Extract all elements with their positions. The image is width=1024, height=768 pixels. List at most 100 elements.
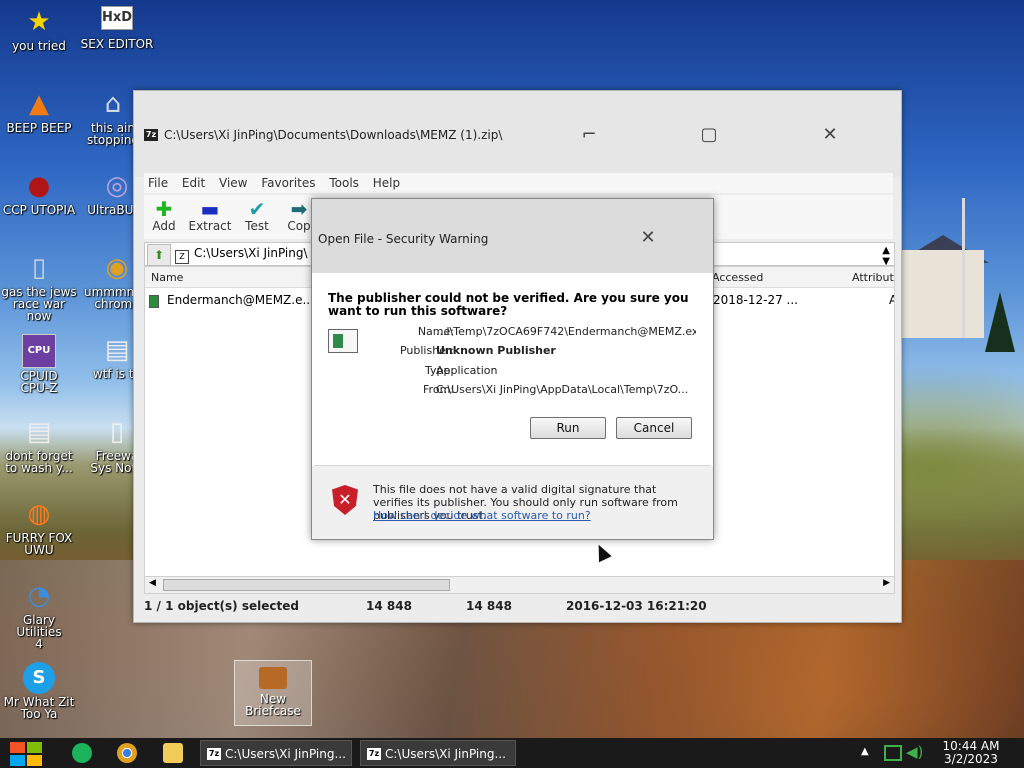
- desktop-icon-ccp-utopia[interactable]: ● CCP UTOPIA: [1, 170, 77, 216]
- desktop-icon-label: Mr What Zit Too Ya: [3, 695, 75, 721]
- menu-file[interactable]: File: [148, 173, 168, 193]
- zip-icon: Z: [175, 250, 189, 264]
- name-value: ...l\Temp\7zOCA69F742\Endermanch@MEMZ.ex…: [436, 325, 696, 338]
- show-hidden-icons-icon[interactable]: ▲: [861, 746, 869, 757]
- 7zip-app-icon: 7z: [144, 129, 158, 141]
- 7zip-app-icon: 7z: [207, 748, 221, 760]
- chrome-icon[interactable]: [117, 743, 137, 763]
- desktop-icon-new-briefcase[interactable]: New Briefcase: [234, 660, 312, 726]
- taskbar-window-2[interactable]: 7z C:\Users\Xi JinPing...: [360, 740, 516, 766]
- taskbar-window-1[interactable]: 7z C:\Users\Xi JinPing...: [200, 740, 352, 766]
- column-attributes[interactable]: Attribute: [852, 271, 894, 284]
- status-size: 14 848: [366, 599, 412, 613]
- address-text: C:\Users\Xi JinPing\: [194, 246, 308, 260]
- status-packed-size: 14 848: [466, 599, 512, 613]
- taskbar-clock[interactable]: 10:44 AM 3/2/2023: [936, 740, 1006, 766]
- desktop-icon-label: dont forget to wash y...: [5, 449, 73, 475]
- network-icon[interactable]: [884, 745, 902, 761]
- column-accessed[interactable]: Accessed: [712, 271, 763, 284]
- from-value: C:\Users\Xi JinPing\AppData\Local\Temp\7…: [436, 383, 689, 396]
- security-warning-dialog: Open File - Security Warning ✕ The publi…: [311, 198, 714, 540]
- extract-button-label: Extract: [188, 219, 232, 233]
- exe-file-icon: [149, 295, 159, 308]
- window-title: C:\Users\Xi JinPing\Documents\Downloads\…: [164, 128, 503, 142]
- desktop-icon-beep-beep[interactable]: ▲ BEEP BEEP: [1, 88, 77, 134]
- up-folder-icon[interactable]: ⬆: [147, 244, 171, 266]
- maximize-icon[interactable]: ▢: [697, 124, 721, 146]
- column-name[interactable]: Name: [151, 271, 183, 284]
- windows-logo-quadrant: [10, 755, 25, 766]
- type-value: Application: [436, 364, 498, 377]
- desktop-icon-glary-utilities[interactable]: ◔ Glary Utilities 4: [1, 580, 77, 650]
- scrollbar-thumb[interactable]: [163, 579, 450, 591]
- menu-bar: File Edit View Favorites Tools Help: [144, 173, 893, 193]
- close-icon[interactable]: ✕: [636, 227, 660, 249]
- scroll-left-icon[interactable]: ◀: [149, 578, 156, 588]
- copy-button-label: Cop: [287, 219, 311, 233]
- dialog-titlebar[interactable]: Open File - Security Warning ✕: [312, 199, 713, 273]
- desktop-icon-you-tried[interactable]: ★ you tried: [1, 6, 77, 52]
- plus-icon: ✚: [155, 197, 173, 221]
- folder-icon[interactable]: [163, 743, 183, 763]
- desktop-icon-label: CPUID CPU-Z: [20, 369, 58, 395]
- firefox-icon: ◍: [27, 499, 51, 529]
- add-button[interactable]: ✚ Add: [152, 199, 176, 233]
- glary-utilities-icon: ◔: [27, 581, 51, 611]
- menu-tools[interactable]: Tools: [329, 173, 359, 193]
- desktop-icon-cpu-z[interactable]: CPU CPUID CPU-Z: [1, 334, 77, 394]
- window-titlebar[interactable]: 7z C:\Users\Xi JinPing\Documents\Downloa…: [134, 91, 901, 177]
- check-icon: ✔: [248, 197, 266, 221]
- file-attributes: A: [889, 293, 894, 307]
- windows-logo-quadrant: [27, 755, 42, 766]
- test-button-label: Test: [245, 219, 269, 233]
- cancel-button[interactable]: Cancel: [616, 417, 692, 439]
- desktop-icon-sex-editor[interactable]: HxD SEX EDITOR: [79, 6, 155, 50]
- text-document-icon: ▤: [104, 335, 130, 365]
- menu-favorites[interactable]: Favorites: [261, 173, 315, 193]
- status-modified: 2016-12-03 16:21:20: [566, 599, 707, 613]
- desktop-icon-recycle-bin[interactable]: ▯ gas the jews race war now: [1, 252, 77, 322]
- menu-help[interactable]: Help: [373, 173, 400, 193]
- taskbar-window-label: C:\Users\Xi JinPing...: [225, 747, 346, 761]
- desktop-icon-label: FURRY FOX UWU: [5, 531, 73, 557]
- desktop-icon-dont-forget[interactable]: ▤ dont forget to wash y...: [1, 416, 77, 474]
- hex-editor-icon: HxD: [101, 6, 133, 30]
- publisher-value: Unknown Publisher: [436, 344, 556, 357]
- desktop-icon-firefox[interactable]: ◍ FURRY FOX UWU: [1, 498, 77, 556]
- menu-edit[interactable]: Edit: [182, 173, 205, 193]
- computer-icon: ⌂: [104, 89, 122, 119]
- skype-icon: S: [23, 662, 55, 694]
- desktop-icon-label: CCP UTOPIA: [2, 203, 76, 217]
- add-button-label: Add: [152, 219, 176, 233]
- windows-logo-icon: [10, 742, 25, 753]
- status-bar: 1 / 1 object(s) selected 14 848 14 848 2…: [144, 596, 893, 616]
- copy-button[interactable]: ➡ Cop: [286, 199, 312, 233]
- test-button[interactable]: ✔ Test: [242, 199, 272, 233]
- help-link[interactable]: How can I decide what software to run?: [373, 509, 591, 522]
- disc-icon: ◎: [105, 171, 129, 201]
- scroll-right-icon[interactable]: ▶: [883, 578, 890, 588]
- desktop-icon-label: Glary Utilities 4: [16, 613, 62, 651]
- start-button[interactable]: [8, 740, 44, 766]
- horizontal-scrollbar[interactable]: ◀ ▶: [144, 576, 895, 594]
- taskbar-window-label: C:\Users\Xi JinPing...: [385, 747, 506, 761]
- file-accessed: 2018-12-27 ...: [713, 293, 798, 307]
- run-button[interactable]: Run: [530, 417, 606, 439]
- volume-icon[interactable]: ◀): [906, 743, 923, 761]
- clock-date: 3/2/2023: [944, 752, 998, 766]
- dialog-question: The publisher could not be verified. Are…: [328, 291, 689, 318]
- menu-view[interactable]: View: [219, 173, 247, 193]
- dropdown-arrow-icon[interactable]: ▲ ▼: [882, 245, 890, 267]
- desktop-icon-skype[interactable]: S Mr What Zit Too Ya: [1, 662, 77, 720]
- warning-panel: ✕ This file does not have a valid digita…: [312, 466, 713, 539]
- green-app-icon[interactable]: [72, 743, 92, 763]
- red-orb-icon: ●: [27, 171, 51, 201]
- desktop-icon-label: gas the jews race war now: [1, 285, 77, 323]
- traffic-cone-icon: ▲: [29, 89, 49, 119]
- shield-warning-icon: ✕: [332, 485, 358, 515]
- close-icon[interactable]: ✕: [818, 124, 842, 146]
- star-icon: ★: [27, 7, 51, 37]
- wallpaper-tree: [985, 292, 1015, 352]
- extract-button[interactable]: ▬ Extract: [188, 199, 232, 233]
- minimize-icon[interactable]: ⌐: [577, 124, 601, 146]
